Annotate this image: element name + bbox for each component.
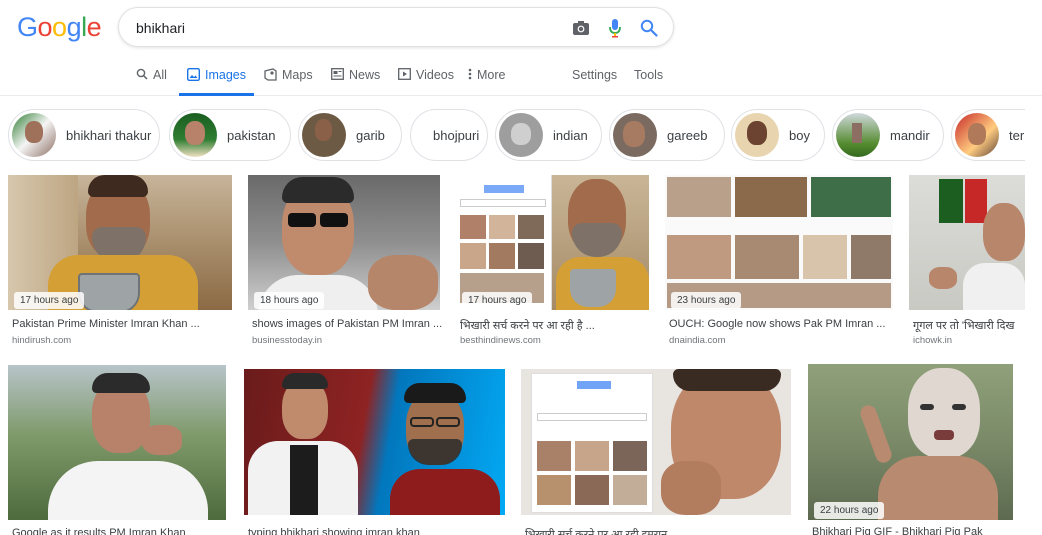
tab-label: Maps [282, 68, 313, 82]
result-title[interactable]: गूगल पर तो 'भिखारी दिख [913, 318, 1029, 333]
result-title[interactable]: typing bhikhari showing imran khan [248, 527, 509, 535]
result-timestamp: 17 hours ago [14, 292, 85, 309]
tab-label: Videos [416, 68, 454, 82]
image-result[interactable]: 17 hours ago भिखारी सर्च करने पर आ रही ह… [456, 175, 649, 355]
microphone-icon[interactable] [604, 17, 626, 39]
result-image [8, 175, 232, 310]
result-image [8, 365, 226, 520]
more-icon [468, 68, 472, 80]
chip-thumbnail [173, 113, 217, 157]
result-image [456, 175, 649, 310]
tab-news[interactable]: News [331, 62, 380, 96]
image-result[interactable]: Google as it results PM Imran Khan [8, 365, 226, 535]
tools-label: Tools [634, 68, 664, 82]
news-icon [331, 68, 344, 80]
chip-ter[interactable]: ter [951, 109, 1025, 161]
google-logo[interactable]: Google [17, 12, 102, 43]
image-result[interactable]: 23 hours ago OUCH: Google now shows Pak … [665, 175, 893, 355]
result-image [665, 175, 893, 310]
chip-label: gareeb [667, 127, 708, 143]
result-image [521, 369, 791, 515]
tab-maps[interactable]: Maps [264, 62, 313, 96]
result-timestamp: 18 hours ago [254, 292, 325, 309]
map-icon [264, 68, 277, 81]
tab-label: All [153, 68, 167, 82]
result-title[interactable]: shows images of Pakistan PM Imran ... [252, 318, 444, 330]
chip-indian[interactable]: indian [495, 109, 602, 161]
tab-more[interactable]: More [468, 62, 505, 96]
chip-label: garib [356, 127, 385, 143]
chip-bhojpuri[interactable]: bhojpuri [410, 109, 488, 161]
chip-label: boy [789, 127, 810, 143]
chip-thumbnail [955, 113, 999, 157]
result-source: businesstoday.in [252, 335, 323, 346]
tab-videos[interactable]: Videos [398, 62, 454, 96]
result-source: dnaindia.com [669, 335, 726, 346]
related-searches: bhikhari thakur pakistan garib bhojpuri … [0, 109, 1025, 161]
image-result[interactable]: गूगल पर तो 'भिखारी दिख ichowk.in [909, 175, 1025, 355]
result-source: besthindinews.com [460, 335, 541, 346]
chip-thumbnail [836, 113, 880, 157]
chip-label: bhojpuri [433, 127, 480, 143]
chip-bhikhari-thakur[interactable]: bhikhari thakur [8, 109, 160, 161]
result-title[interactable]: OUCH: Google now shows Pak PM Imran ... [669, 318, 897, 330]
chip-label: mandir [890, 127, 930, 143]
image-result[interactable]: 18 hours ago shows images of Pakistan PM… [248, 175, 442, 355]
result-source: ichowk.in [913, 335, 953, 346]
chip-pakistan[interactable]: pakistan [169, 109, 291, 161]
result-image [244, 369, 505, 515]
chip-label: bhikhari thakur [66, 127, 152, 143]
chip-mandir[interactable]: mandir [832, 109, 944, 161]
search-input[interactable] [136, 17, 556, 39]
result-timestamp: 23 hours ago [671, 292, 742, 309]
result-image [909, 175, 1025, 310]
chip-thumbnail [613, 113, 657, 157]
result-timestamp: 22 hours ago [814, 502, 885, 519]
video-icon [398, 68, 411, 80]
image-result[interactable]: 17 hours ago Pakistan Prime Minister Imr… [8, 175, 232, 355]
chip-garib[interactable]: garib [298, 109, 402, 161]
tab-label: News [349, 68, 381, 82]
chip-label: ter [1009, 127, 1025, 143]
search-icon [136, 68, 148, 80]
image-result[interactable]: 22 hours ago Bhikhari Pig GIF - Bhikhari… [808, 364, 1013, 535]
chip-label: indian [553, 127, 588, 143]
result-title[interactable]: भिखारी सर्च करने पर आ रही है ... [460, 318, 653, 333]
settings-link[interactable]: Settings [572, 62, 617, 96]
result-title[interactable]: Pakistan Prime Minister Imran Khan ... [12, 318, 236, 330]
tab-label: Images [205, 68, 246, 82]
search-icon[interactable] [638, 17, 660, 39]
search-tabs: All Images Maps News Videos More Setting… [0, 62, 1042, 96]
chip-boy[interactable]: boy [731, 109, 825, 161]
image-result[interactable]: typing bhikhari showing imran khan [244, 369, 505, 535]
chip-thumbnail [302, 113, 346, 157]
result-image [808, 364, 1013, 520]
result-image [248, 175, 440, 310]
chip-thumbnail [735, 113, 779, 157]
chip-gareeb[interactable]: gareeb [609, 109, 725, 161]
search-box [118, 7, 674, 47]
result-title[interactable]: Google as it results PM Imran Khan [12, 527, 230, 535]
tab-all[interactable]: All [136, 62, 167, 96]
tab-images[interactable]: Images [179, 62, 254, 96]
settings-label: Settings [572, 68, 618, 82]
result-source: hindirush.com [12, 335, 72, 346]
tab-label: More [477, 68, 506, 82]
image-icon [187, 68, 200, 81]
result-timestamp: 17 hours ago [462, 292, 533, 309]
result-title[interactable]: Bhikhari Pig GIF - Bhikhari Pig Pak [812, 526, 1017, 535]
result-title[interactable]: भिखारी सर्च करने पर आ रही इमरान [525, 527, 795, 535]
image-result[interactable]: भिखारी सर्च करने पर आ रही इमरान [521, 369, 791, 535]
chip-thumbnail [12, 113, 56, 157]
camera-icon[interactable] [570, 17, 592, 39]
tools-link[interactable]: Tools [634, 62, 663, 96]
chip-thumbnail [499, 113, 543, 157]
chip-label: pakistan [227, 127, 276, 143]
